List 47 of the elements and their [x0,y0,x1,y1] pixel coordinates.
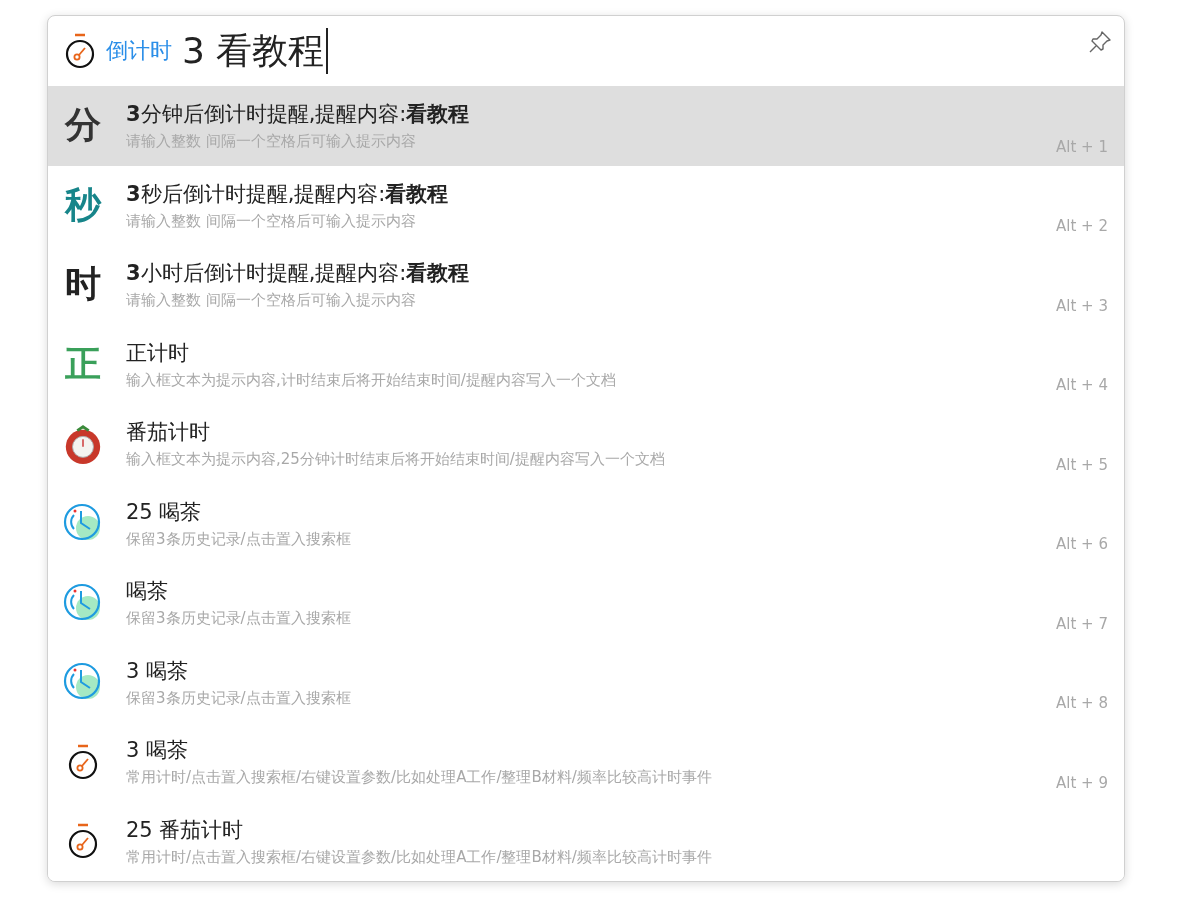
result-title: 25 番茄计时 [126,816,245,844]
result-item[interactable]: 25 番茄计时 常用计时/点击置入搜索框/右键设置参数/比如处理A工作/整理B材料/频率比较高计时事件 [48,801,1124,881]
result-title: 25 喝茶 [126,498,203,526]
result-description: 请输入整数 间隔一个空格后可输入提示内容 [126,291,417,311]
result-title: 正计时 [126,339,190,367]
search-field[interactable]: 3 看教程 [182,26,1078,76]
result-item[interactable]: 番茄计时 输入框文本为提示内容,25分钟计时结束后将开始结束时间/提醒内容写入一个文档 Alt + 5 [48,404,1124,484]
shortcut-label: Alt + 7 [1056,614,1108,633]
result-item[interactable]: 时 3小时后倒计时提醒,提醒内容:看教程 请输入整数 间隔一个空格后可输入提示内容 Alt + 3 [48,245,1124,325]
shortcut-label: Alt + 3 [1056,296,1108,315]
result-title: 3分钟后倒计时提醒,提醒内容:看教程 [126,101,471,129]
stopwatch-icon [64,33,96,69]
result-title: 3秒后倒计时提醒,提醒内容:看教程 [126,180,450,208]
result-title: 喝茶 [126,578,169,606]
clock-icon [63,582,103,623]
result-description: 输入框文本为提示内容,25分钟计时结束后将开始结束时间/提醒内容写入一个文档 [126,450,666,470]
result-description: 请输入整数 间隔一个空格后可输入提示内容 [126,211,417,231]
shortcut-label: Alt + 5 [1056,455,1108,474]
result-title: 3 喝茶 [126,657,190,685]
shortcut-label: Alt + 2 [1056,217,1108,235]
result-item[interactable]: 3 喝茶 常用计时/点击置入搜索框/右键设置参数/比如处理A工作/整理B材料/频率比较高计时事件 Alt + 9 [48,722,1124,802]
result-item[interactable]: 正 正计时 输入框文本为提示内容,计时结束后将开始结束时间/提醒内容写入一个文档 Alt + 4 [48,324,1124,404]
glyph-icon: 分 [65,101,101,151]
result-item[interactable]: 25 喝茶 保留3条历史记录/点击置入搜索框 Alt + 6 [48,483,1124,563]
result-description: 保留3条历史记录/点击置入搜索框 [126,529,352,549]
glyph-icon: 正 [65,339,101,389]
result-description: 保留3条历史记录/点击置入搜索框 [126,609,352,629]
result-item[interactable]: 秒 3秒后倒计时提醒,提醒内容:看教程 请输入整数 间隔一个空格后可输入提示内容 Alt + 2 [48,165,1124,245]
result-item[interactable]: 3 喝茶 保留3条历史记录/点击置入搜索框 Alt + 8 [48,642,1124,722]
result-title: 番茄计时 [126,419,211,447]
shortcut-label: Alt + 8 [1056,694,1108,712]
glyph-icon: 秒 [65,180,101,230]
result-description: 常用计时/点击置入搜索框/右键设置参数/比如处理A工作/整理B材料/频率比较高计时事件 [126,847,713,867]
mode-label: 倒计时 [106,37,172,65]
result-description: 输入框文本为提示内容,计时结束后将开始结束时间/提醒内容写入一个文档 [126,370,617,390]
result-title: 3 喝茶 [126,737,190,765]
shortcut-label: Alt + 6 [1056,535,1108,553]
result-title: 3小时后倒计时提醒,提醒内容:看教程 [126,260,471,288]
glyph-icon: 时 [65,260,101,310]
result-description: 常用计时/点击置入搜索框/右键设置参数/比如处理A工作/整理B材料/频率比较高计时事件 [126,768,713,788]
pin-icon[interactable] [1088,30,1112,54]
shortcut-label: Alt + 9 [1056,773,1108,792]
result-description: 保留3条历史记录/点击置入搜索框 [126,688,352,708]
stopwatch-icon [67,823,99,860]
result-item[interactable]: 喝茶 保留3条历史记录/点击置入搜索框 Alt + 7 [48,563,1124,643]
shortcut-label: Alt + 4 [1056,376,1108,394]
stopwatch-icon [67,743,99,780]
